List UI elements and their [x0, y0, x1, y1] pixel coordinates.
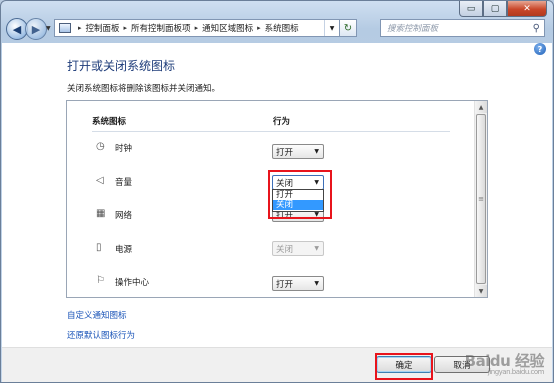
- customize-notification-icons-link[interactable]: 自定义通知图标: [67, 309, 127, 321]
- dropdown-option-off[interactable]: 关闭: [273, 200, 323, 210]
- chevron-down-icon: ▼: [314, 245, 319, 252]
- select-value: 打开: [276, 279, 294, 290]
- refresh-button[interactable]: ↻: [340, 19, 357, 37]
- restore-default-behaviors-link[interactable]: 还原默认图标行为: [67, 329, 135, 341]
- breadcrumb-separator[interactable]: ▸: [195, 24, 199, 32]
- volume-dropdown-list: 打开 关闭: [272, 189, 324, 212]
- minimize-button[interactable]: ▭: [459, 1, 483, 17]
- power-behavior-select: 关闭 ▼: [272, 241, 324, 256]
- network-icon: ▦: [96, 208, 106, 219]
- breadcrumb-separator[interactable]: ▸: [257, 24, 261, 32]
- breadcrumb-separator[interactable]: ▸: [78, 24, 82, 32]
- row-label-clock: 时钟: [115, 144, 133, 154]
- maximize-button[interactable]: ▢: [483, 1, 507, 17]
- forward-button[interactable]: ▶: [25, 18, 47, 40]
- page-description: 关闭系统图标将删除该图标并关闭通知。: [67, 84, 221, 94]
- select-value: 关闭: [276, 244, 294, 255]
- address-dropdown-icon[interactable]: ▼: [324, 20, 339, 36]
- control-panel-icon: [59, 23, 71, 33]
- header-divider: [92, 131, 450, 132]
- chevron-down-icon: ▼: [314, 211, 319, 218]
- control-panel-window: ▭ ▢ ✕ ◀ ▶ ▼ ▸ 控制面板 ▸ 所有控制面板项 ▸ 通知区域图标 ▸ …: [0, 0, 554, 383]
- action-center-behavior-select[interactable]: 打开 ▼: [272, 276, 324, 291]
- scroll-thumb[interactable]: ≡: [476, 114, 486, 284]
- list-scrollbar[interactable]: ▲ ≡ ▼: [474, 101, 487, 297]
- chevron-down-icon: ▼: [314, 148, 319, 155]
- system-icons-list: 系统图标 行为 ◷ 时钟 打开 ▼ ◁ 音量 关闭 ▼ ▦ 网络 打开 ▼ ▯ …: [66, 100, 488, 298]
- row-label-network: 网络: [115, 211, 133, 221]
- search-placeholder: 搜索控制面板: [387, 24, 439, 34]
- column-header-icon: 系统图标: [92, 117, 127, 127]
- address-bar[interactable]: ▸ 控制面板 ▸ 所有控制面板项 ▸ 通知区域图标 ▸ 系统图标 ▼: [54, 19, 340, 37]
- main-content: ? 打开或关闭系统图标 关闭系统图标将删除该图标并关闭通知。 系统图标 行为 ◷…: [2, 43, 552, 382]
- baidu-watermark: Baidu 经验 jingyan.baidu.com: [465, 350, 545, 376]
- search-icon[interactable]: ⚲: [533, 23, 540, 34]
- caption-buttons: ▭ ▢ ✕: [459, 1, 547, 17]
- search-input[interactable]: 搜索控制面板 ⚲: [380, 19, 545, 37]
- ok-button[interactable]: 确定: [376, 356, 432, 373]
- page-title: 打开或关闭系统图标: [67, 59, 176, 73]
- clock-behavior-select[interactable]: 打开 ▼: [272, 144, 324, 159]
- chevron-down-icon: ▼: [314, 179, 319, 186]
- dialog-footer: 确定 取消 Baidu 经验 jingyan.baidu.com: [2, 347, 552, 382]
- navigation-bar: ◀ ▶ ▼ ▸ 控制面板 ▸ 所有控制面板项 ▸ 通知区域图标 ▸ 系统图标 ▼…: [1, 16, 553, 42]
- select-value: 关闭: [276, 178, 294, 189]
- volume-behavior-select[interactable]: 关闭 ▼: [272, 175, 324, 190]
- breadcrumb-control-panel[interactable]: 控制面板: [86, 22, 120, 34]
- recent-pages-dropdown[interactable]: ▼: [46, 25, 51, 32]
- breadcrumb-system-icons[interactable]: 系统图标: [265, 22, 299, 34]
- select-value: 打开: [276, 147, 294, 158]
- dropdown-option-on[interactable]: 打开: [273, 190, 323, 200]
- scroll-up-icon[interactable]: ▲: [475, 101, 487, 113]
- action-center-icon: ⚐: [96, 275, 105, 286]
- column-header-behavior: 行为: [273, 117, 291, 127]
- power-icon: ▯: [96, 242, 102, 253]
- breadcrumb-notification-icons[interactable]: 通知区域图标: [202, 22, 253, 34]
- scroll-down-icon[interactable]: ▼: [475, 285, 487, 297]
- breadcrumb-all-items[interactable]: 所有控制面板项: [131, 22, 191, 34]
- row-label-volume: 音量: [115, 178, 133, 188]
- breadcrumb-separator[interactable]: ▸: [124, 24, 128, 32]
- clock-icon: ◷: [96, 141, 105, 152]
- help-icon[interactable]: ?: [534, 43, 546, 55]
- row-label-power: 电源: [115, 245, 133, 255]
- chevron-down-icon: ▼: [314, 280, 319, 287]
- breadcrumb: ▸ 控制面板 ▸ 所有控制面板项 ▸ 通知区域图标 ▸ 系统图标: [74, 22, 299, 34]
- volume-icon: ◁: [96, 175, 104, 186]
- row-label-action-center: 操作中心: [115, 278, 150, 288]
- close-button[interactable]: ✕: [507, 1, 547, 17]
